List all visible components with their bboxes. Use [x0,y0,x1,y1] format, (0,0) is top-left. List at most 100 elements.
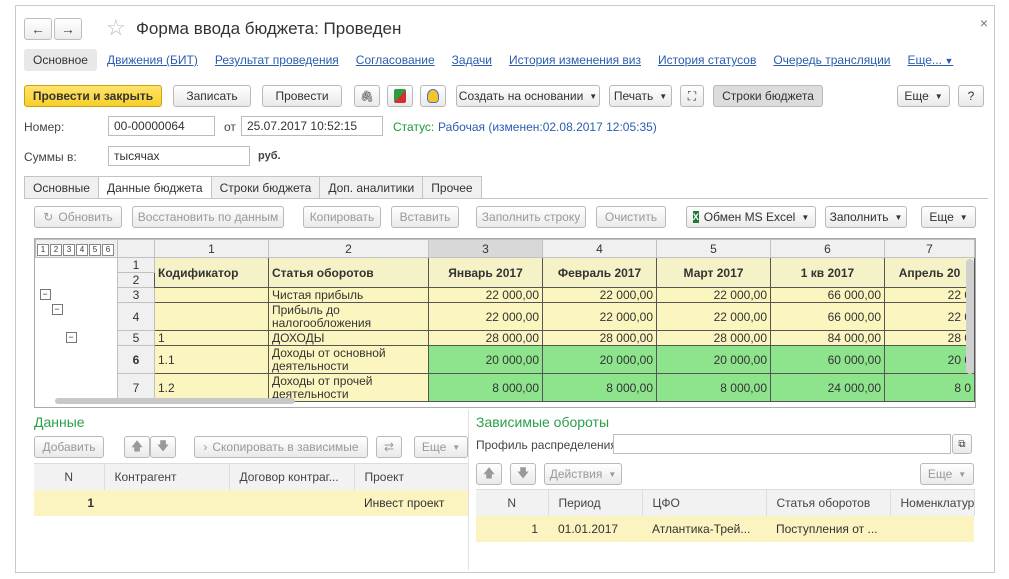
table-row[interactable]: 1 01.01.2017 Атлантика-Трей... Поступления … [476,516,974,542]
cell-article[interactable]: Прибыль до налогообложения [268,302,429,331]
collapse-minus-icon[interactable]: − [51,303,63,315]
cell-value[interactable]: 8 000,00 [656,373,771,402]
col-n[interactable]: N [34,463,105,490]
fullscreen-button[interactable]: ⛶ [680,85,704,107]
data-table[interactable]: N Контрагент Договор контраг... Проект 1… [34,463,469,516]
save-button[interactable]: Записать [173,85,251,107]
profile-open-button[interactable]: ⧉ [952,434,972,454]
group-level-button[interactable]: 4 [76,244,88,256]
nav-status-history[interactable]: История статусов [658,53,756,67]
excel-exchange-button[interactable]: X Обмен MS Excel ▼ [686,206,816,228]
number-field[interactable]: 00-00000064 [108,116,215,136]
fill-button[interactable]: Заполнить ▼ [825,206,907,228]
cell-value[interactable]: 8 000,00 [428,373,543,402]
cell-value[interactable]: 60 000,00 [770,345,885,374]
cell-codifier[interactable]: 1.1 [154,345,269,374]
cell-codifier[interactable]: 1 [154,330,269,346]
cell-n[interactable]: 1 [476,516,548,542]
group-level-button[interactable]: 2 [50,244,62,256]
collapse-minus-icon[interactable]: − [39,288,51,300]
debit-credit-button[interactable] [387,85,413,107]
cell-value[interactable]: 22 000,00 [656,287,771,303]
col-cfo[interactable]: ЦФО [642,489,767,516]
transfer-button[interactable]: ⇄ [376,436,402,458]
clear-button[interactable]: Очистить [596,206,666,228]
col-n[interactable]: N [476,489,549,516]
sums-field[interactable]: тысячах [108,146,250,166]
nav-visa-history[interactable]: История изменения виз [509,53,641,67]
cell-value[interactable]: 28 000,00 [542,330,657,346]
cell-value[interactable]: 8 0 [884,373,975,402]
cell-codifier[interactable] [154,287,269,303]
nav-movements[interactable]: Движения (БИТ) [107,53,198,67]
tab-other[interactable]: Прочее [422,176,482,198]
print-button[interactable]: Печать ▼ [609,85,672,107]
cell-value[interactable]: 22 000,00 [428,302,543,331]
dep-move-down-button[interactable]: 🡇 [510,463,536,485]
collapse-minus-icon[interactable]: − [65,331,77,343]
paste-button[interactable]: Вставить [391,206,459,228]
tab-budget-data[interactable]: Данные бюджета [97,176,212,199]
group-level-button[interactable]: 3 [63,244,75,256]
cell-codifier[interactable] [154,302,269,331]
refresh-button[interactable]: ↻ Обновить [34,206,122,228]
grid-horizontal-scrollbar[interactable] [55,398,295,404]
restore-button[interactable]: Восстановить по данным [132,206,284,228]
cell-value[interactable]: 66 000,00 [770,287,885,303]
nav-tasks[interactable]: Задачи [452,53,492,67]
budget-spreadsheet[interactable]: 123456 1 2 3 4 5 6 7 1 Кодификатор Стать… [34,238,976,408]
cell-nomenclature[interactable] [890,516,974,542]
cell-period[interactable]: 01.01.2017 [548,516,642,542]
dep-move-up-button[interactable]: 🡅 [476,463,502,485]
cell-counterparty[interactable] [104,490,229,516]
cell-n[interactable]: 1 [34,490,104,516]
table-row[interactable]: 1 Инвест проект [34,490,468,516]
cell-value[interactable]: 24 000,00 [770,373,885,402]
nav-main[interactable]: Основное [24,49,97,71]
cell-value[interactable]: 28 0 [884,330,975,346]
col-counterparty[interactable]: Контрагент [104,463,230,490]
nav-translation-queue[interactable]: Очередь трансляции [773,53,890,67]
group-level-button[interactable]: 1 [37,244,49,256]
tab-extra-analytics[interactable]: Доп. аналитики [319,176,424,198]
cell-article[interactable]: Доходы от основной деятельности [268,345,429,374]
add-button[interactable]: Добавить [34,436,104,458]
status-value[interactable]: Рабочая (изменен:02.08.2017 12:05:35) [438,120,657,134]
favorite-star-icon[interactable]: ☆ [106,15,126,41]
group-level-button[interactable]: 6 [102,244,114,256]
cell-value[interactable]: 22 0 [884,302,975,331]
cell-value[interactable]: 84 000,00 [770,330,885,346]
budget-rows-button[interactable]: Строки бюджета [713,85,823,107]
fill-row-button[interactable]: Заполнить строку [476,206,586,228]
grid-vertical-scrollbar[interactable] [966,259,974,374]
cell-value[interactable]: 8 000,00 [542,373,657,402]
col-project[interactable]: Проект [354,463,469,490]
nav-posting-result[interactable]: Результат проведения [215,53,339,67]
dependent-table[interactable]: N Период ЦФО Статья оборотов Номенклатур… [476,489,975,542]
cell-value[interactable]: 20 000,00 [428,345,543,374]
create-based-on-button[interactable]: Создать на основании ▼ [456,85,600,107]
data-more-button[interactable]: Еще ▼ [414,436,468,458]
tab-budget-rows[interactable]: Строки бюджета [210,176,321,198]
col-contract[interactable]: Договор контраг... [229,463,355,490]
attach-button[interactable]: 🖇 [354,85,380,107]
dep-more-button[interactable]: Еще ▼ [920,463,974,485]
cell-cfo[interactable]: Атлантика-Трей... [642,516,766,542]
move-up-button[interactable]: 🡅 [124,436,150,458]
profile-field[interactable] [613,434,951,454]
cell-contract[interactable] [229,490,354,516]
cell-value[interactable]: 20 000,00 [542,345,657,374]
close-icon[interactable]: × [980,15,988,31]
date-field[interactable]: 25.07.2017 10:52:15 [241,116,383,136]
col-nomenclature[interactable]: Номенклатур [890,489,975,516]
cell-article[interactable]: Чистая прибыль [268,287,429,303]
hint-button[interactable] [420,85,446,107]
col-period[interactable]: Период [548,489,643,516]
cell-value[interactable]: 20 000,00 [656,345,771,374]
forward-button[interactable]: → [54,18,82,40]
more-button[interactable]: Еще ▼ [897,85,950,107]
tab-main[interactable]: Основные [24,176,99,198]
cell-value[interactable]: 22 000,00 [656,302,771,331]
cell-value[interactable]: 28 000,00 [656,330,771,346]
cell-value[interactable]: 20 0 [884,345,975,374]
